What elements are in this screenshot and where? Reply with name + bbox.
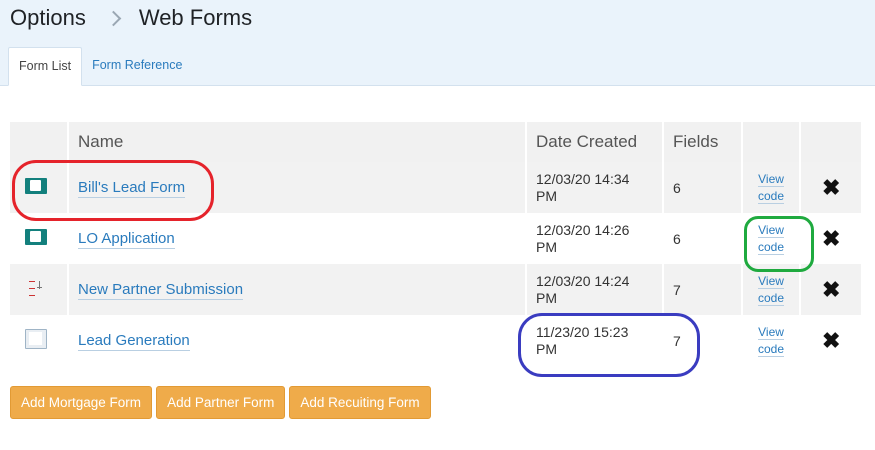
column-header-icon	[10, 122, 69, 162]
breadcrumb-options[interactable]: Options	[10, 5, 86, 31]
forms-table: Name Date Created Fields Bill's Lead For…	[10, 122, 861, 366]
fields-count: 6	[664, 162, 743, 213]
table-row: LO Application 12/03/20 14:26 PM 6 View co…	[10, 213, 861, 264]
fields-count: 7	[664, 315, 743, 366]
form-name-link[interactable]: New Partner Submission	[78, 281, 244, 300]
form-thumbnail-teal-icon[interactable]	[25, 229, 47, 245]
delete-x-icon[interactable]: ✖	[822, 278, 840, 301]
form-name-link[interactable]: Bill's Lead Form	[78, 179, 186, 198]
page-title: Web Forms	[138, 5, 253, 30]
form-name-link[interactable]: Lead Generation	[78, 332, 190, 351]
form-thumbnail-teal-icon[interactable]	[25, 178, 47, 194]
date-created: 12/03/20 14:26 PM	[527, 213, 664, 264]
page-header: Options Web Forms Form List Form Referen…	[0, 0, 875, 86]
date-created: 11/23/20 15:23 PM	[527, 315, 664, 366]
table-row: New Partner Submission 12/03/20 14:24 PM …	[10, 264, 861, 315]
action-buttons: Add Mortgage Form Add Partner Form Add R…	[10, 386, 431, 419]
column-header-fields: Fields	[664, 122, 743, 162]
delete-x-icon[interactable]: ✖	[822, 329, 840, 352]
breadcrumb: Options Web Forms	[10, 5, 252, 31]
chevron-right-icon	[105, 10, 122, 26]
column-header-view	[743, 122, 801, 162]
fields-count: 6	[664, 213, 743, 264]
tab-bar: Form List Form Reference	[8, 47, 192, 86]
view-code-link[interactable]: View code	[758, 324, 785, 358]
date-created: 12/03/20 14:24 PM	[527, 264, 664, 315]
form-thumbnail-sketch-icon[interactable]	[25, 279, 47, 297]
column-header-delete	[801, 122, 861, 162]
tab-form-list[interactable]: Form List	[8, 47, 83, 86]
column-header-name: Name	[69, 122, 527, 162]
delete-x-icon[interactable]: ✖	[822, 227, 840, 250]
table-header-row: Name Date Created Fields	[10, 122, 861, 162]
table-row: Bill's Lead Form 12/03/20 14:34 PM 6 View…	[10, 162, 861, 213]
form-thumbnail-document-icon[interactable]	[25, 329, 47, 349]
fields-count: 7	[664, 264, 743, 315]
delete-x-icon[interactable]: ✖	[822, 176, 840, 199]
view-code-link[interactable]: View code	[758, 171, 785, 205]
add-partner-form-button[interactable]: Add Partner Form	[156, 386, 286, 419]
add-mortgage-form-button[interactable]: Add Mortgage Form	[10, 386, 153, 419]
table-row: Lead Generation 11/23/20 15:23 PM 7 View c…	[10, 315, 861, 366]
view-code-link[interactable]: View code	[758, 222, 785, 256]
column-header-date-created: Date Created	[527, 122, 664, 162]
tab-form-reference[interactable]: Form Reference	[82, 47, 192, 84]
date-created: 12/03/20 14:34 PM	[527, 162, 664, 213]
form-name-link[interactable]: LO Application	[78, 230, 175, 249]
view-code-link[interactable]: View code	[758, 273, 785, 307]
add-recruiting-form-button[interactable]: Add Recuiting Form	[289, 386, 431, 419]
